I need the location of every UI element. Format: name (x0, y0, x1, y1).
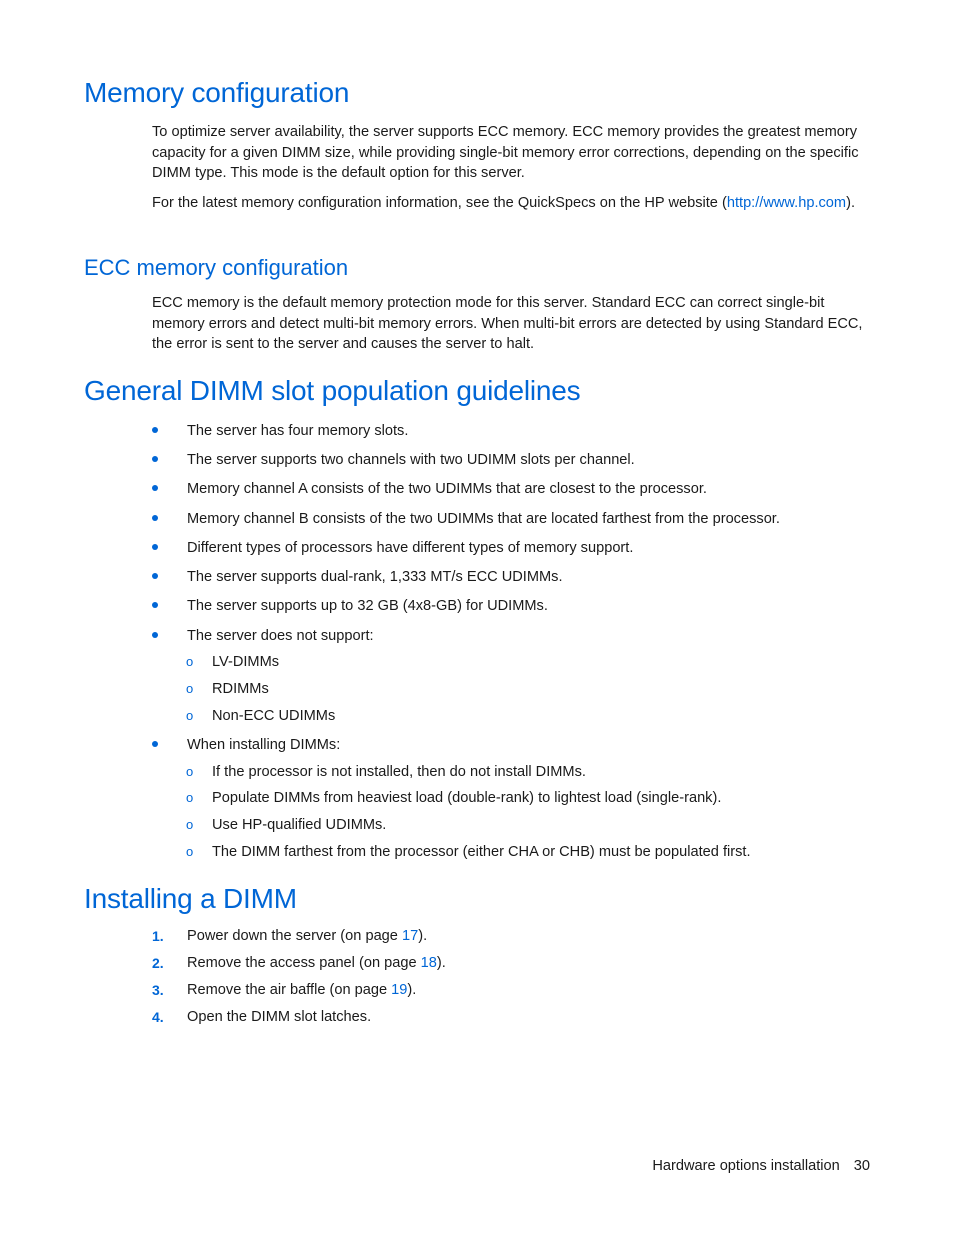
list-item-text: The server has four memory slots. (187, 423, 409, 439)
step-label: Remove the access panel (on page (187, 955, 421, 971)
step-text: Remove the air baffle (on page 19). (187, 980, 416, 1000)
quickspecs-text: For the latest memory configuration info… (152, 195, 727, 211)
step-suffix: ). (436, 955, 446, 971)
bullet-icon (152, 515, 158, 521)
sub-list-item-text: RDIMMs (212, 681, 269, 697)
quickspecs-paragraph: For the latest memory configuration info… (152, 193, 877, 214)
sub-list-item-text: LV-DIMMs (212, 654, 280, 670)
step-label: Power down the server (on page (187, 928, 402, 944)
circle-bullet-icon: o (186, 681, 194, 696)
circle-bullet-icon: o (186, 654, 194, 669)
circle-bullet-icon: o (186, 764, 194, 779)
heading-memory-configuration: Memory configuration (84, 77, 350, 108)
footer-section-title: Hardware options installation (652, 1158, 840, 1174)
list-item-text: When installing DIMMs: (187, 737, 341, 753)
list-item-text: The server supports dual-rank, 1,333 MT/… (187, 569, 563, 585)
sub-list-item-text: If the processor is not installed, then … (212, 764, 586, 780)
list-item-text: The server supports two channels with tw… (187, 452, 635, 468)
page-link[interactable]: 17 (402, 928, 418, 944)
list-item-text: The server supports up to 32 GB (4x8-GB)… (187, 598, 548, 614)
sub-list-item-text: Use HP-qualified UDIMMs. (212, 817, 387, 833)
step-text: Open the DIMM slot latches. (187, 1007, 371, 1027)
bullet-icon (152, 632, 158, 638)
heading-installing-a-dimm: Installing a DIMM (84, 883, 297, 914)
ecc-paragraph: ECC memory is the default memory protect… (152, 295, 863, 352)
memory-config-paragraph: To optimize server availability, the ser… (152, 124, 859, 181)
step-label: Remove the air baffle (on page (187, 982, 392, 998)
bullet-icon (152, 573, 158, 579)
step-suffix: ). (418, 928, 428, 944)
hp-website-link[interactable]: http://www.hp.com (727, 195, 846, 211)
bullet-icon (152, 741, 158, 747)
page-number: 30 (853, 1158, 870, 1174)
bullet-icon (152, 602, 158, 608)
sub-list-item-text: The DIMM farthest from the processor (ei… (212, 844, 751, 860)
page-footer: Hardware options installation 30 (652, 1158, 870, 1174)
step-suffix: ). (407, 982, 417, 998)
bullet-icon (152, 544, 158, 550)
circle-bullet-icon: o (186, 708, 194, 723)
circle-bullet-icon: o (186, 844, 194, 859)
heading-dimm-guidelines: General DIMM slot population guidelines (84, 375, 581, 406)
sub-list-item-text: Populate DIMMs from heaviest load (doubl… (212, 790, 722, 806)
circle-bullet-icon: o (186, 790, 194, 805)
bullet-icon (152, 456, 158, 462)
heading-ecc-memory-configuration: ECC memory configuration (84, 255, 349, 280)
step-label: Open the DIMM slot latches. (187, 1009, 372, 1025)
list-item-text: Memory channel B consists of the two UDI… (187, 511, 780, 527)
page-link[interactable]: 19 (391, 982, 407, 998)
quickspecs-suffix: ). (846, 195, 855, 211)
step-number: 2. (152, 955, 164, 971)
list-item-text: The server does not support: (187, 628, 374, 644)
step-text: Power down the server (on page 17). (187, 926, 427, 946)
step-number: 4. (152, 1009, 164, 1025)
page-link[interactable]: 18 (421, 955, 437, 971)
bullet-icon (152, 427, 158, 433)
list-item-text: Different types of processors have diffe… (187, 540, 634, 556)
step-text: Remove the access panel (on page 18). (187, 953, 446, 973)
circle-bullet-icon: o (186, 817, 194, 832)
bullet-icon (152, 485, 158, 491)
step-number: 3. (152, 982, 164, 998)
step-number: 1. (152, 928, 164, 944)
list-item-text: Memory channel A consists of the two UDI… (187, 481, 707, 497)
sub-list-item-text: Non-ECC UDIMMs (212, 708, 336, 724)
